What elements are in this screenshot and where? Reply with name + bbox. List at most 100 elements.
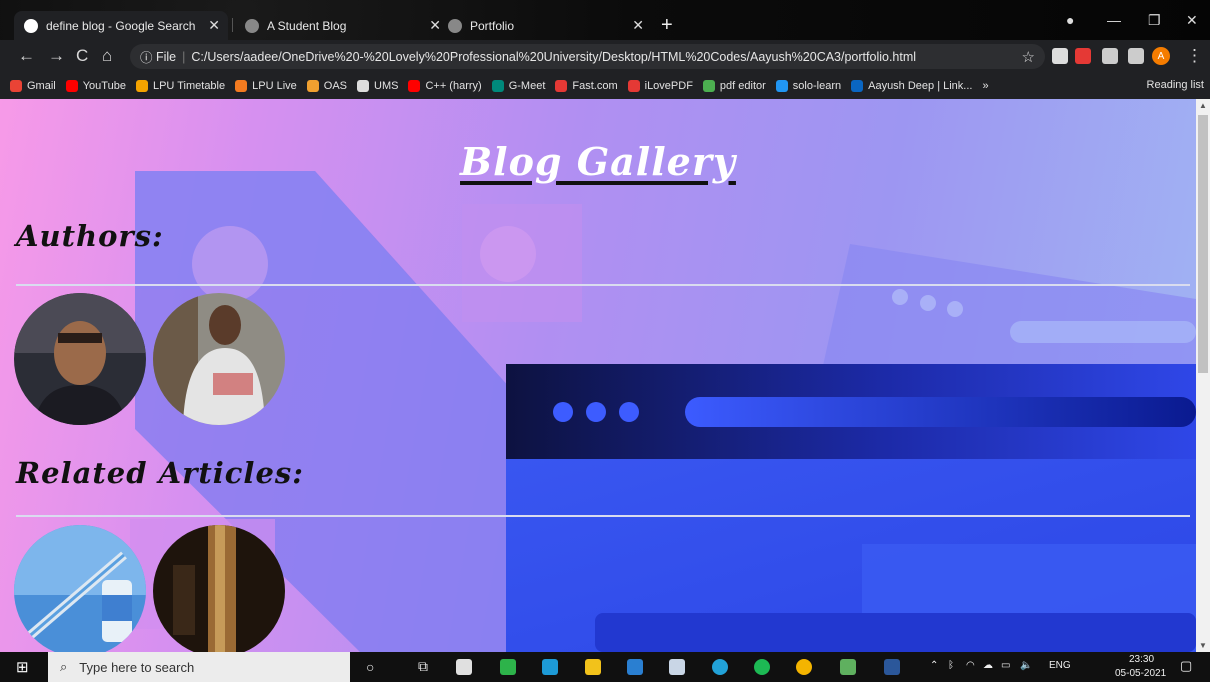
reload-icon[interactable]: C (76, 46, 88, 66)
divider (16, 515, 1190, 517)
tray-chevron-icon[interactable]: ⌃ (930, 660, 938, 671)
word-icon[interactable] (884, 659, 900, 675)
wifi-icon[interactable]: ◠ (966, 660, 975, 671)
tab-google-search[interactable]: define blog - Google Search ✕ (14, 11, 228, 40)
bookmark-item[interactable]: Gmail (10, 80, 56, 92)
windows-start-icon[interactable]: ⊞ (16, 658, 29, 676)
remote-desktop-icon[interactable] (542, 659, 558, 675)
profile-avatar[interactable]: A (1152, 47, 1170, 65)
page-scrollbar[interactable]: ▲ ▼ (1196, 99, 1210, 652)
language-indicator[interactable]: ENG (1049, 660, 1071, 671)
menu-icon[interactable]: ⋮ (1186, 46, 1203, 66)
bookmark-favicon-icon (627, 80, 640, 92)
bookmark-favicon-icon (555, 80, 568, 92)
restore-icon[interactable]: ❐ (1148, 12, 1161, 29)
battery-icon[interactable]: ▭ (1001, 660, 1010, 671)
tab-title: A Student Blog (267, 18, 347, 33)
author-avatar[interactable] (153, 293, 285, 425)
close-tab-icon[interactable]: ✕ (208, 17, 220, 34)
bookmark-favicon-icon (10, 80, 22, 92)
calculator-icon[interactable] (669, 659, 685, 675)
bookmark-item[interactable]: LPU Live (235, 80, 297, 92)
bookmark-item[interactable]: UMS (357, 80, 398, 92)
clock-date[interactable]: 05-05-2021 (1115, 668, 1166, 679)
bookmark-item[interactable]: solo-learn (775, 80, 842, 92)
chart-app-icon[interactable] (840, 659, 856, 675)
bluetooth-icon[interactable]: ᛒ (948, 660, 954, 671)
article-thumbnail[interactable] (153, 525, 285, 652)
tab-search-icon[interactable]: ● (1066, 12, 1074, 28)
globe-icon (245, 18, 259, 33)
bookmark-label: iLovePDF (644, 80, 693, 92)
tab-student-blog[interactable]: A Student Blog ✕ (235, 11, 449, 40)
new-tab-icon[interactable]: + (661, 14, 673, 37)
tab-separator (232, 18, 233, 32)
task-view-icon[interactable]: ⧉ (418, 658, 428, 675)
chrome-icon[interactable] (796, 659, 812, 675)
globe-icon (448, 18, 462, 33)
bookmark-label: Aayush Deep | Link... (868, 80, 973, 92)
close-window-icon[interactable]: ✕ (1186, 12, 1198, 29)
article-thumbnail[interactable] (14, 525, 146, 652)
notifications-icon[interactable]: ▢ (1180, 658, 1192, 674)
divider: | (182, 49, 186, 64)
reading-list-button[interactable]: Reading list (1147, 79, 1204, 91)
bookmark-label: Gmail (27, 80, 56, 92)
bookmark-item[interactable]: pdf editor (702, 80, 766, 92)
bookmark-item[interactable]: LPU Timetable (135, 80, 226, 92)
scrollbar-thumb[interactable] (1198, 115, 1208, 373)
tab-title: Portfolio (470, 18, 515, 33)
volume-icon[interactable]: 🔈 (1020, 660, 1032, 671)
bookmark-favicon-icon (235, 80, 248, 92)
cortana-icon[interactable]: ○ (366, 659, 374, 675)
google-icon (24, 18, 38, 33)
taskbar-search-box[interactable]: ⌕ Type here to search (48, 652, 350, 682)
author-avatar[interactable] (14, 293, 146, 425)
edge-icon[interactable] (712, 659, 728, 675)
file-explorer-icon[interactable] (585, 659, 601, 675)
bookmark-favicon-icon (306, 80, 319, 92)
onedrive-icon[interactable]: ☁ (983, 660, 993, 671)
bookmark-item[interactable]: Fast.com (555, 80, 618, 92)
scroll-up-icon[interactable]: ▲ (1199, 101, 1207, 110)
authors-heading: Authors: (16, 219, 164, 253)
bookmark-favicon-icon (357, 80, 369, 92)
bookmark-favicon-icon (491, 80, 504, 92)
bookmark-item[interactable]: C++ (harry) (408, 80, 482, 92)
whatsapp-icon[interactable] (500, 659, 516, 675)
related-articles-heading: Related Articles: (16, 456, 304, 490)
camera-extension-icon[interactable] (1052, 48, 1068, 64)
store-icon[interactable] (456, 659, 472, 675)
back-icon[interactable]: ← (18, 46, 35, 66)
bookmark-label: LPU Timetable (152, 80, 226, 92)
bookmark-item[interactable]: YouTube (65, 80, 126, 92)
bookmarks-overflow-icon[interactable]: » (982, 80, 988, 92)
spotify-icon[interactable] (754, 659, 770, 675)
address-scheme: File (155, 49, 177, 64)
extensions-puzzle-icon[interactable] (1102, 48, 1118, 64)
clock-time[interactable]: 23:30 (1129, 654, 1154, 665)
home-icon[interactable]: ⌂ (102, 46, 112, 66)
bookmark-label: C++ (harry) (425, 80, 482, 92)
close-tab-icon[interactable]: ✕ (632, 17, 644, 34)
info-icon[interactable]: ⓘ (140, 47, 156, 66)
bookmark-item[interactable]: Aayush Deep | Link... (851, 80, 972, 92)
bookmark-item[interactable]: G-Meet (491, 80, 546, 92)
forward-icon[interactable]: → (48, 46, 65, 66)
cast-icon[interactable] (1128, 48, 1144, 64)
minimize-icon[interactable]: — (1107, 12, 1121, 28)
page-title: Blog Gallery (460, 139, 736, 184)
bookmark-favicon-icon (65, 80, 78, 92)
bookmark-item[interactable]: iLovePDF (627, 80, 693, 92)
scroll-down-icon[interactable]: ▼ (1199, 641, 1207, 650)
bookmark-label: LPU Live (252, 80, 297, 92)
vs-code-icon[interactable] (627, 659, 643, 675)
address-bar[interactable]: ⓘ File | C:/Users/aadee/OneDrive%20-%20L… (130, 44, 1045, 69)
extension-icon[interactable] (1075, 48, 1091, 64)
bookmark-favicon-icon (851, 80, 864, 92)
tab-portfolio[interactable]: Portfolio ✕ (438, 11, 652, 40)
bookmark-label: solo-learn (792, 80, 842, 92)
bookmark-star-icon[interactable]: ☆ (1022, 48, 1035, 66)
bookmark-item[interactable]: OAS (306, 80, 347, 92)
bookmark-label: G-Meet (508, 80, 546, 92)
